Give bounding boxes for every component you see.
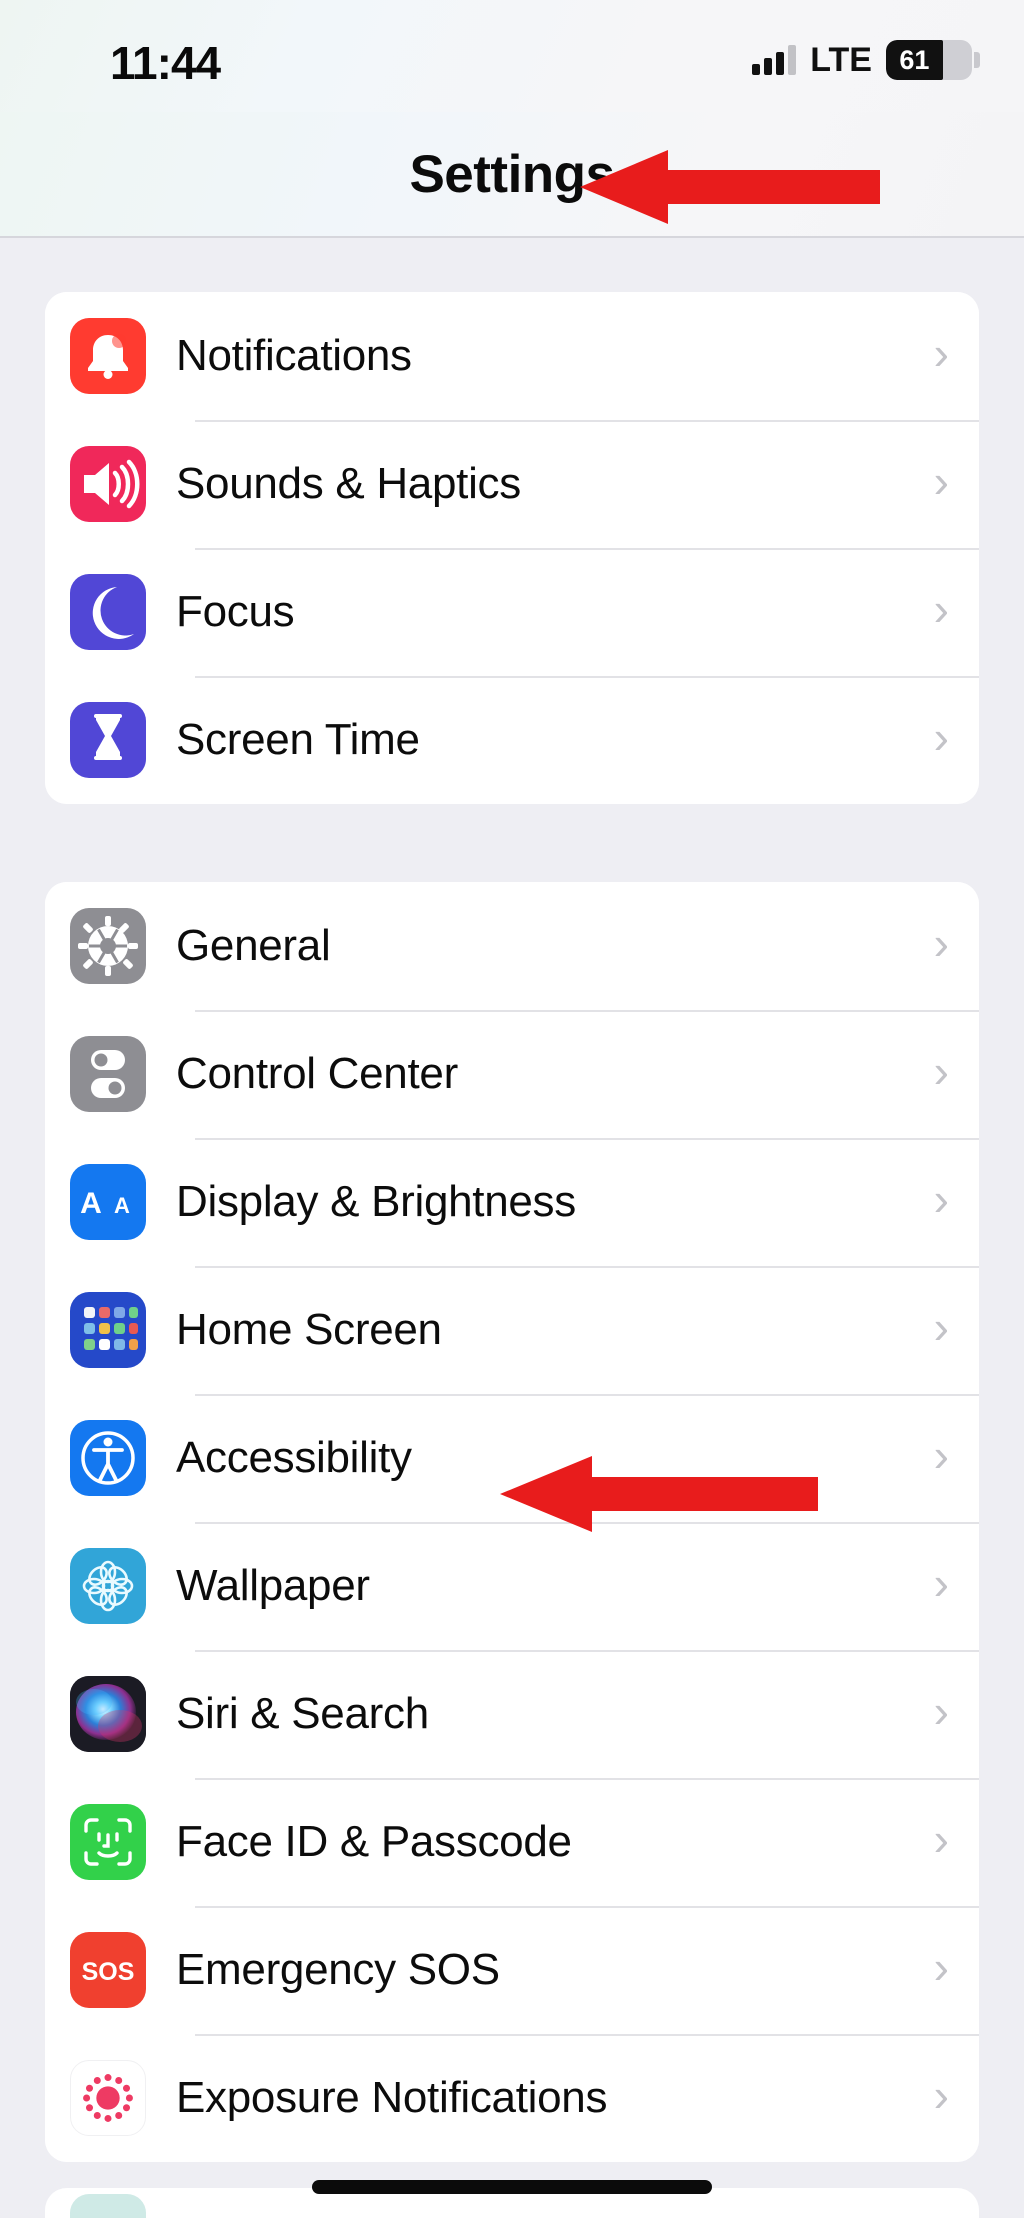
flower-mandala-icon	[70, 1548, 146, 1624]
settings-row-label: Display & Brightness	[176, 1177, 576, 1226]
settings-row-display-brightness[interactable]: A A Display & Brightness ›	[45, 1138, 979, 1266]
settings-row-wallpaper[interactable]: Wallpaper ›	[45, 1522, 979, 1650]
settings-row-label: Control Center	[176, 1049, 458, 1098]
face-id-icon	[70, 1804, 146, 1880]
settings-row-screen-time[interactable]: Screen Time ›	[45, 676, 979, 804]
chevron-right-icon: ›	[933, 1813, 949, 1865]
chevron-right-icon: ›	[933, 1173, 949, 1225]
speaker-wave-icon	[70, 446, 146, 522]
svg-text:A: A	[80, 1187, 102, 1220]
chevron-right-icon: ›	[933, 1941, 949, 1993]
app-grid-icon	[70, 1292, 146, 1368]
settings-row-label: Home Screen	[176, 1305, 442, 1354]
carrier-network-label: LTE	[810, 40, 872, 79]
bell-icon	[70, 318, 146, 394]
chevron-right-icon: ›	[933, 455, 949, 507]
arrow-pointing-at-settings-title	[580, 146, 880, 228]
settings-row-notifications[interactable]: Notifications ›	[45, 292, 979, 420]
settings-row-sounds-haptics[interactable]: Sounds & Haptics ›	[45, 420, 979, 548]
svg-text:A: A	[114, 1193, 130, 1218]
settings-row-label: Exposure Notifications	[176, 2073, 608, 2122]
chevron-right-icon: ›	[933, 2069, 949, 2121]
settings-row-label: General	[176, 921, 331, 970]
settings-row-home-screen[interactable]: Home Screen ›	[45, 1266, 979, 1394]
settings-row-control-center[interactable]: Control Center ›	[45, 1010, 979, 1138]
chevron-right-icon: ›	[933, 1045, 949, 1097]
teal-app-icon	[70, 2194, 146, 2218]
siri-orb-icon	[70, 1676, 146, 1752]
chevron-right-icon: ›	[933, 1429, 949, 1481]
settings-row-label: Screen Time	[176, 715, 420, 764]
cellular-signal-icon	[752, 45, 797, 75]
chevron-right-icon: ›	[933, 327, 949, 379]
toggles-icon	[70, 1036, 146, 1112]
battery-percent-label: 61	[899, 44, 930, 75]
accessibility-icon	[70, 1420, 146, 1496]
settings-row-focus[interactable]: Focus ›	[45, 548, 979, 676]
home-indicator	[312, 2180, 712, 2194]
text-size-aa-icon: A A	[70, 1164, 146, 1240]
chevron-right-icon: ›	[933, 917, 949, 969]
settings-row-siri-search[interactable]: Siri & Search ›	[45, 1650, 979, 1778]
hourglass-icon	[70, 702, 146, 778]
chevron-right-icon: ›	[933, 1557, 949, 1609]
settings-group-alerts: Notifications › Sounds & Haptics › Focus…	[45, 292, 979, 804]
settings-row-label: Focus	[176, 587, 295, 636]
arrow-pointing-at-accessibility-row	[500, 1452, 818, 1536]
chevron-right-icon: ›	[933, 583, 949, 635]
status-bar: 11:44 LTE 61	[0, 0, 1024, 112]
settings-row-emergency-sos[interactable]: SOS Emergency SOS ›	[45, 1906, 979, 2034]
gear-icon	[70, 908, 146, 984]
chevron-right-icon: ›	[933, 1301, 949, 1353]
settings-row-label: Emergency SOS	[176, 1945, 500, 1994]
svg-text:SOS: SOS	[82, 1958, 135, 1986]
settings-row-general[interactable]: General ›	[45, 882, 979, 1010]
chevron-right-icon: ›	[933, 1685, 949, 1737]
settings-row-exposure-notifications[interactable]: Exposure Notifications ›	[45, 2034, 979, 2162]
battery-icon: 61	[886, 40, 980, 80]
chevron-right-icon: ›	[933, 711, 949, 763]
status-bar-time: 11:44	[110, 37, 221, 89]
settings-row-face-id-passcode[interactable]: Face ID & Passcode ›	[45, 1778, 979, 1906]
settings-row-label: Sounds & Haptics	[176, 459, 521, 508]
sos-icon: SOS	[70, 1932, 146, 2008]
settings-row-label: Notifications	[176, 331, 412, 380]
moon-icon	[70, 574, 146, 650]
settings-scroll-view[interactable]: Notifications › Sounds & Haptics › Focus…	[0, 240, 1024, 2218]
settings-row-label: Siri & Search	[176, 1689, 429, 1738]
status-bar-indicators: LTE 61	[752, 40, 980, 80]
exposure-dots-icon	[70, 2060, 146, 2136]
settings-row-label: Face ID & Passcode	[176, 1817, 572, 1866]
settings-row-label: Wallpaper	[176, 1561, 370, 1610]
